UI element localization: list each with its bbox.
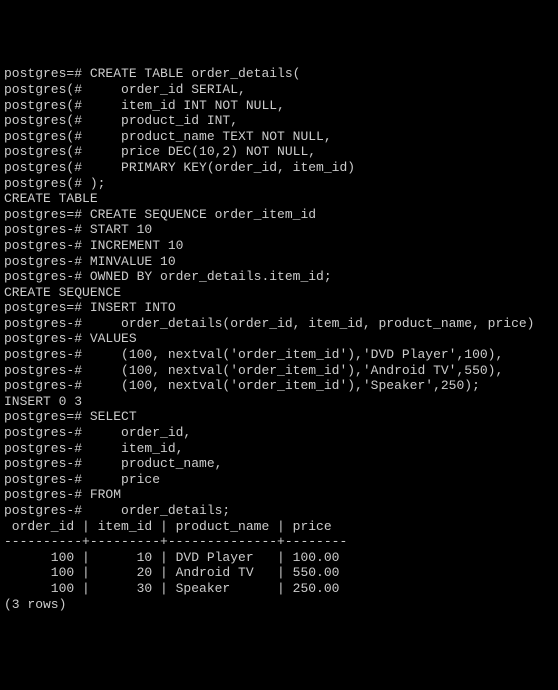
terminal-line: postgres(# item_id INT NOT NULL,: [4, 98, 554, 114]
terminal-line: postgres-# (100, nextval('order_item_id'…: [4, 347, 554, 363]
terminal-line: postgres(# order_id SERIAL,: [4, 82, 554, 98]
terminal-line: postgres-# order_id,: [4, 425, 554, 441]
terminal-line: postgres-# (100, nextval('order_item_id'…: [4, 363, 554, 379]
terminal-line: postgres=# CREATE SEQUENCE order_item_id: [4, 207, 554, 223]
terminal-line: postgres-# product_name,: [4, 456, 554, 472]
terminal-line: CREATE TABLE: [4, 191, 554, 207]
terminal-line: postgres(# price DEC(10,2) NOT NULL,: [4, 144, 554, 160]
terminal-line: postgres(# PRIMARY KEY(order_id, item_id…: [4, 160, 554, 176]
terminal-line: postgres=# SELECT: [4, 409, 554, 425]
terminal-line: postgres-# FROM: [4, 487, 554, 503]
terminal-line: (3 rows): [4, 597, 554, 613]
terminal-line: postgres(# );: [4, 176, 554, 192]
terminal-line: postgres-# MINVALUE 10: [4, 254, 554, 270]
terminal-line: postgres-# INCREMENT 10: [4, 238, 554, 254]
terminal-line: postgres-# item_id,: [4, 441, 554, 457]
terminal-line: postgres-# OWNED BY order_details.item_i…: [4, 269, 554, 285]
terminal-line: postgres(# product_id INT,: [4, 113, 554, 129]
terminal-line: 100 | 30 | Speaker | 250.00: [4, 581, 554, 597]
terminal-line: CREATE SEQUENCE: [4, 285, 554, 301]
terminal-line: postgres-# VALUES: [4, 331, 554, 347]
terminal-line: postgres-# order_details(order_id, item_…: [4, 316, 554, 332]
terminal-line: postgres-# (100, nextval('order_item_id'…: [4, 378, 554, 394]
terminal-line: postgres=# INSERT INTO: [4, 300, 554, 316]
terminal-line: 100 | 10 | DVD Player | 100.00: [4, 550, 554, 566]
terminal-line: INSERT 0 3: [4, 394, 554, 410]
terminal-output: postgres=# CREATE TABLE order_details(po…: [4, 66, 554, 612]
terminal-line: postgres-# order_details;: [4, 503, 554, 519]
terminal-line: order_id | item_id | product_name | pric…: [4, 519, 554, 535]
terminal-line: ----------+---------+--------------+----…: [4, 534, 554, 550]
terminal-line: postgres=# CREATE TABLE order_details(: [4, 66, 554, 82]
terminal-line: postgres(# product_name TEXT NOT NULL,: [4, 129, 554, 145]
terminal-line: postgres-# price: [4, 472, 554, 488]
terminal-line: postgres-# START 10: [4, 222, 554, 238]
terminal-line: 100 | 20 | Android TV | 550.00: [4, 565, 554, 581]
